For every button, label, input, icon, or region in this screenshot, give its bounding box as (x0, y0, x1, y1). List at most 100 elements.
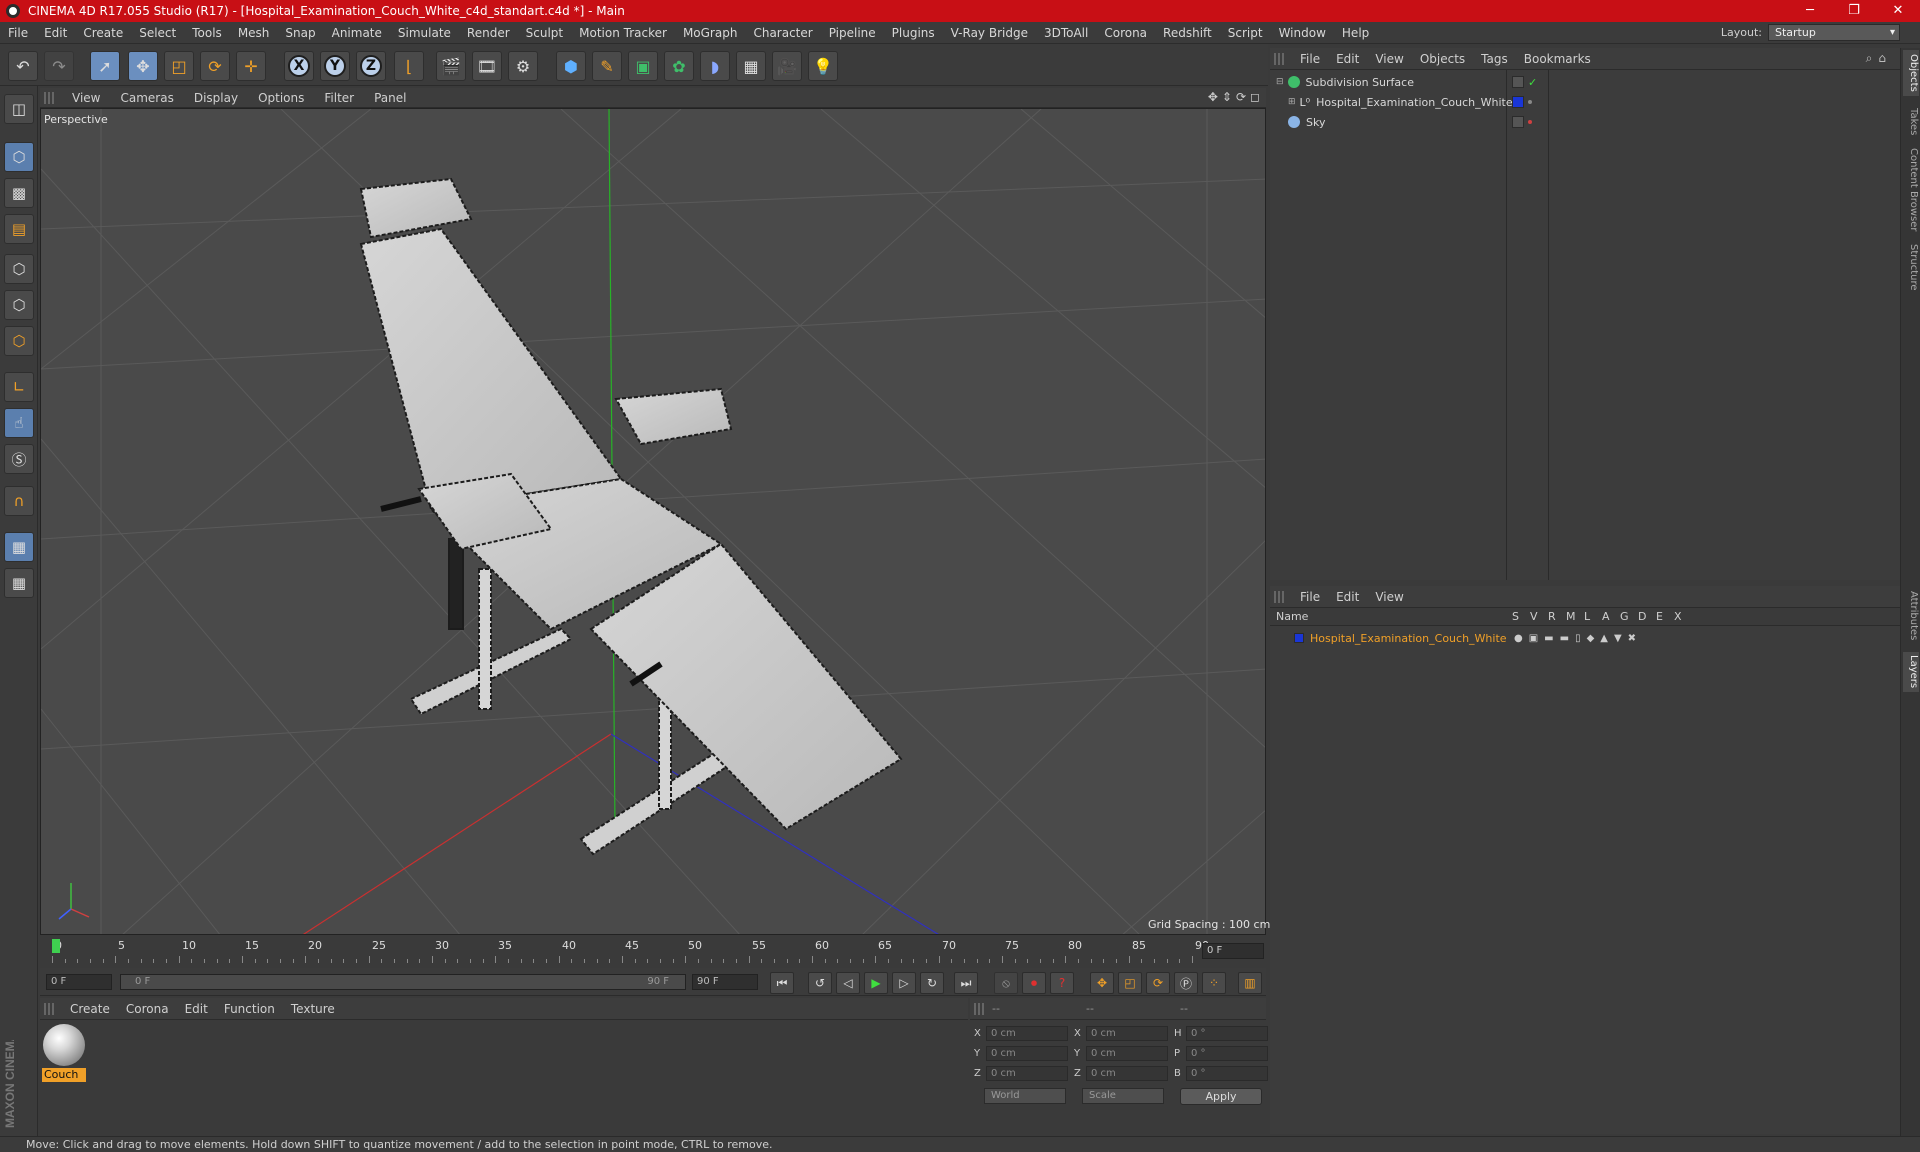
x-axis-lock-icon[interactable]: X (284, 51, 314, 81)
start-frame-field[interactable]: 0 F (46, 974, 112, 990)
tab-objects[interactable]: Objects (1903, 50, 1919, 96)
close-button[interactable]: ✕ (1876, 0, 1920, 22)
layer-toggle-icons[interactable]: ●▣▬▬▯◆▲▼✖ (1514, 633, 1642, 644)
object-menu-objects[interactable]: Objects (1412, 52, 1473, 66)
previous-key-icon[interactable]: ↺ (808, 972, 832, 994)
object-menu-tags[interactable]: Tags (1473, 52, 1516, 66)
size-y-field[interactable]: 0 cm (1086, 1045, 1168, 1061)
material-menu-function[interactable]: Function (216, 1002, 283, 1016)
rotate-icon[interactable]: ⟳ (200, 51, 230, 81)
viewport-menu-filter[interactable]: Filter (314, 91, 364, 105)
end-frame-field[interactable]: 90 F (692, 974, 758, 990)
coordinate-mode-dropdown[interactable]: Scale (1082, 1088, 1164, 1104)
auto-keying-icon[interactable]: ? (1050, 972, 1074, 994)
object-menu-file[interactable]: File (1292, 52, 1328, 66)
apply-button[interactable]: Apply (1180, 1088, 1262, 1105)
menu-simulate[interactable]: Simulate (390, 26, 459, 40)
scale-icon[interactable]: ◰ (164, 51, 194, 81)
make-editable-icon[interactable]: ◫ (4, 94, 34, 124)
toggle-view-icon[interactable]: ◻ (1250, 90, 1260, 104)
menu-animate[interactable]: Animate (324, 26, 390, 40)
viewport-menu-display[interactable]: Display (184, 91, 248, 105)
tab-structure[interactable]: Structure (1903, 242, 1919, 292)
bend-deformer-icon[interactable]: ◗ (700, 51, 730, 81)
key-position-icon[interactable]: ✥ (1090, 972, 1114, 994)
record-active-objects-icon[interactable]: ⏺ (1022, 972, 1046, 994)
axis-mode-icon[interactable]: ∟ (4, 372, 34, 402)
menu-snap[interactable]: Snap (277, 26, 323, 40)
snap-icon[interactable]: ∩ (4, 486, 34, 516)
render-view-icon[interactable]: 🎬 (436, 51, 466, 81)
visibility-dot[interactable] (1528, 100, 1532, 104)
panel-grip-icon[interactable] (44, 91, 56, 104)
undo-icon[interactable]: ↶ (8, 51, 38, 81)
object-menu-view[interactable]: View (1367, 52, 1411, 66)
timeline-window-icon[interactable]: ▥ (1238, 972, 1262, 994)
recent-tools-icon[interactable]: ✛ (236, 51, 266, 81)
orbit-view-icon[interactable]: ⟳ (1236, 90, 1246, 104)
rotation-h-field[interactable]: 0 ° (1186, 1025, 1268, 1041)
edit-render-settings-icon[interactable]: ⚙ (508, 51, 538, 81)
coordinate-system-icon[interactable]: ⌊ (394, 51, 424, 81)
material-menu-create[interactable]: Create (62, 1002, 118, 1016)
position-x-field[interactable]: 0 cm (986, 1025, 1068, 1041)
position-z-field[interactable]: 0 cm (986, 1065, 1068, 1081)
next-frame-icon[interactable]: ▷ (892, 972, 916, 994)
menu-character[interactable]: Character (745, 26, 820, 40)
menu-edit[interactable]: Edit (36, 26, 75, 40)
go-to-end-icon[interactable]: ⏭ (954, 972, 978, 994)
object-manager-search-icon[interactable]: ⌕⌂ (1866, 51, 1892, 66)
menu-help[interactable]: Help (1334, 26, 1377, 40)
coordinate-space-dropdown[interactable]: World (984, 1088, 1066, 1104)
tweak-mode-icon[interactable]: ☝ (4, 408, 34, 438)
play-icon[interactable]: ▶ (864, 972, 888, 994)
live-selection-icon[interactable]: ➚ (90, 51, 120, 81)
menu-script[interactable]: Script (1220, 26, 1271, 40)
current-frame-field[interactable]: 0 F (1202, 943, 1264, 959)
viewport-menu-cameras[interactable]: Cameras (110, 91, 183, 105)
array-icon[interactable]: ✿ (664, 51, 694, 81)
pan-view-icon[interactable]: ✥ (1208, 90, 1218, 104)
material-menu-edit[interactable]: Edit (177, 1002, 216, 1016)
timeline-ruler[interactable]: 051015202530354045505560657075808590 0 F (40, 937, 1266, 967)
material-menu-texture[interactable]: Texture (283, 1002, 343, 1016)
texture-mode-icon[interactable]: ▩ (4, 178, 34, 208)
minimize-button[interactable]: ─ (1788, 0, 1832, 22)
menu-plugins[interactable]: Plugins (884, 26, 943, 40)
maximize-button[interactable]: ❐ (1832, 0, 1876, 22)
menu-select[interactable]: Select (131, 26, 184, 40)
playhead[interactable] (52, 939, 60, 953)
layer-menu-file[interactable]: File (1292, 590, 1328, 604)
next-key-icon[interactable]: ↻ (920, 972, 944, 994)
menu-render[interactable]: Render (459, 26, 518, 40)
tab-attributes[interactable]: Attributes (1903, 588, 1919, 644)
frame-ruler[interactable]: 051015202530354045505560657075808590 (52, 939, 1209, 965)
menu-file[interactable]: File (0, 26, 36, 40)
rotation-p-field[interactable]: 0 ° (1186, 1045, 1268, 1061)
object-menu-bookmarks[interactable]: Bookmarks (1516, 52, 1599, 66)
workplane-mode-icon[interactable]: ▤ (4, 214, 34, 244)
viewport-menu-view[interactable]: View (62, 91, 110, 105)
go-to-start-icon[interactable]: ⏮ (770, 972, 794, 994)
layer-color-swatch[interactable] (1294, 633, 1304, 643)
menu-redshift[interactable]: Redshift (1155, 26, 1220, 40)
floor-icon[interactable]: ▦ (736, 51, 766, 81)
model-mode-icon[interactable]: ⬡ (4, 142, 34, 172)
object-menu-edit[interactable]: Edit (1328, 52, 1367, 66)
light-icon[interactable]: 💡 (808, 51, 838, 81)
redo-icon[interactable]: ↷ (44, 51, 74, 81)
tab-content-browser[interactable]: Content Browser (1903, 148, 1919, 232)
pen-spline-icon[interactable]: ✎ (592, 51, 622, 81)
frame-range-slider[interactable]: 0 F 90 F (120, 974, 686, 990)
menu-create[interactable]: Create (75, 26, 131, 40)
rotation-b-field[interactable]: 0 ° (1186, 1065, 1268, 1081)
position-y-field[interactable]: 0 cm (986, 1045, 1068, 1061)
viewport-menu-options[interactable]: Options (248, 91, 314, 105)
previous-frame-icon[interactable]: ◁ (836, 972, 860, 994)
menu-motion-tracker[interactable]: Motion Tracker (571, 26, 675, 40)
collapse-icon[interactable]: ⊟ (1276, 77, 1284, 87)
layer-menu-view[interactable]: View (1367, 590, 1411, 604)
menu-mesh[interactable]: Mesh (230, 26, 278, 40)
menu-vray-bridge[interactable]: V-Ray Bridge (943, 26, 1036, 40)
panel-grip-icon[interactable] (44, 1002, 56, 1015)
